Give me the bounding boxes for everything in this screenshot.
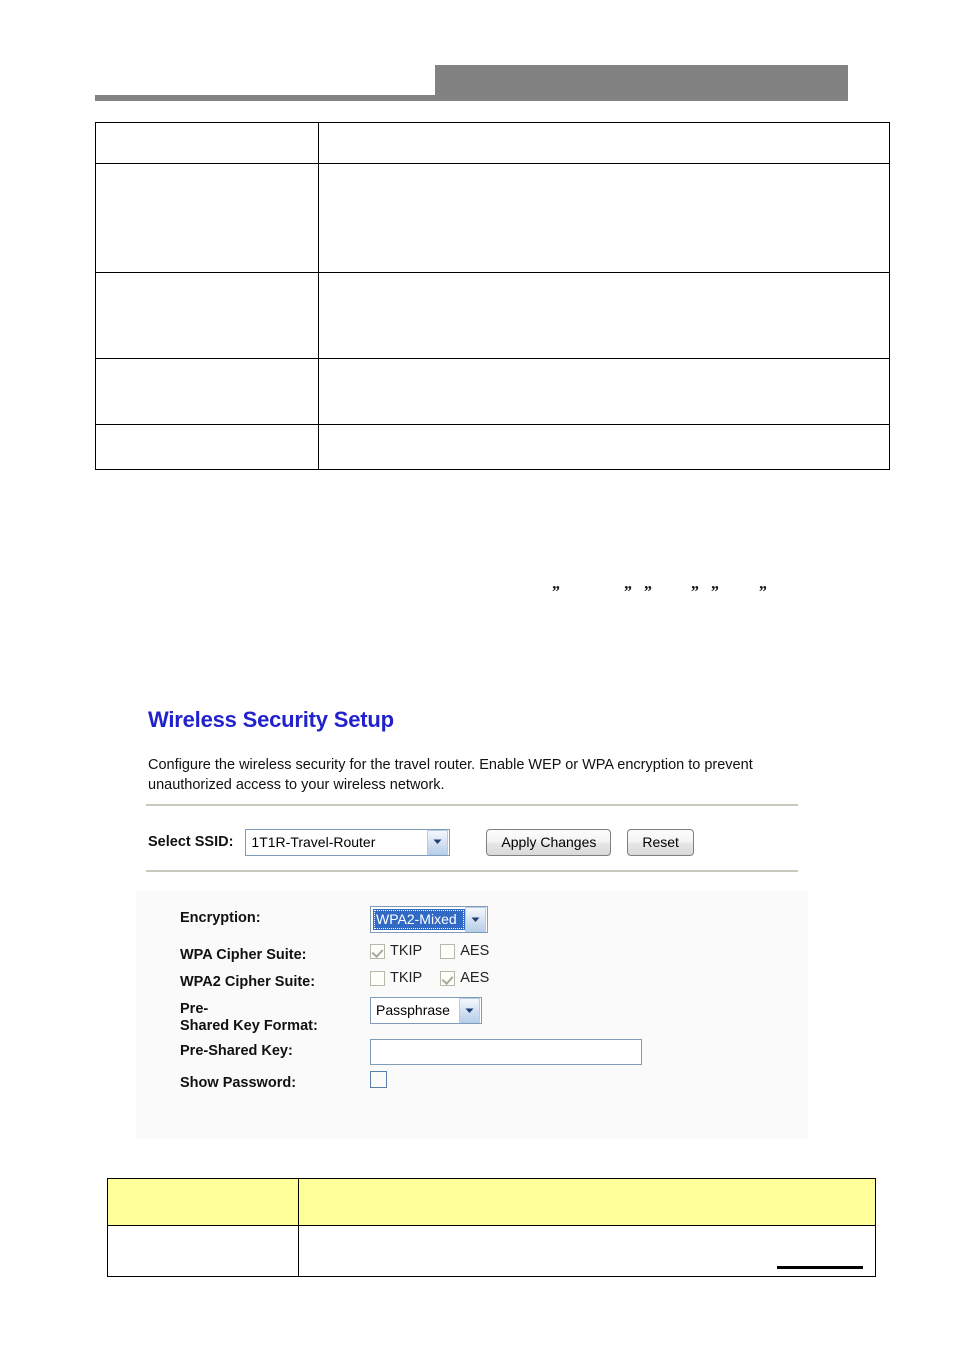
chevron-down-icon bbox=[459, 998, 480, 1024]
wpa-cipher-suite-label: WPA Cipher Suite: bbox=[180, 947, 307, 963]
psk-format-label: Pre- Shared Key Format: bbox=[180, 997, 370, 1035]
table-row bbox=[107, 1225, 876, 1277]
psk-label: Pre-Shared Key: bbox=[180, 1043, 293, 1060]
panel-bottom-section: Encryption: WPA2-Mixed WPA Cipher Suite: bbox=[136, 890, 808, 1138]
quote-mark: ” bbox=[690, 582, 699, 601]
table-cell-description bbox=[318, 424, 890, 470]
select-ssid-label: Select SSID: bbox=[148, 834, 234, 850]
table-row bbox=[95, 424, 890, 470]
wpa-cipher-suite-row: WPA Cipher Suite: TKIP AES bbox=[180, 943, 780, 964]
ssid-select-value: 1T1R-Travel-Router bbox=[251, 833, 376, 850]
psk-format-select-value: Passphrase bbox=[376, 1002, 450, 1019]
quote-mark: ” bbox=[758, 582, 767, 601]
encryption-select-value: WPA2-Mixed bbox=[373, 909, 465, 930]
wpa2-tkip-checkbox[interactable] bbox=[370, 970, 385, 986]
underline-mark bbox=[777, 1266, 863, 1269]
table-cell-label bbox=[95, 163, 319, 273]
encryption-row: Encryption: WPA2-Mixed bbox=[180, 906, 780, 933]
table-cell-label bbox=[95, 122, 319, 164]
wpa2-aes-checkbox-wrap[interactable]: AES bbox=[440, 970, 489, 986]
encryption-select[interactable]: WPA2-Mixed bbox=[370, 906, 488, 933]
quote-mark: ” bbox=[643, 582, 652, 601]
wpa-aes-checkbox[interactable] bbox=[440, 943, 456, 959]
quote-marks-row: ” ” ” ” ” ” bbox=[0, 581, 954, 603]
table-header-cell-2 bbox=[298, 1178, 876, 1226]
security-form: Encryption: WPA2-Mixed WPA Cipher Suite: bbox=[180, 906, 780, 1099]
wpa2-aes-checkbox[interactable] bbox=[440, 970, 456, 986]
panel-top-section: Wireless Security Setup Configure the wi… bbox=[136, 698, 808, 890]
wpa2-tkip-label: TKIP bbox=[390, 970, 423, 987]
table-cell-description bbox=[318, 163, 890, 273]
wpa2-aes-label: AES bbox=[460, 970, 490, 987]
header-banner bbox=[435, 65, 848, 101]
table-cell-description bbox=[318, 272, 890, 359]
top-description-table bbox=[95, 122, 890, 470]
quote-mark: ” bbox=[551, 582, 560, 601]
psk-format-label-line2: Shared Key Format: bbox=[180, 1018, 318, 1035]
psk-format-label-line1: Pre- bbox=[180, 1001, 209, 1018]
table-cell-label bbox=[95, 272, 319, 359]
select-ssid-row: Select SSID: 1T1R-Travel-Router Apply Ch… bbox=[148, 826, 694, 858]
table-cell-label bbox=[95, 424, 319, 470]
table-cell-label bbox=[107, 1225, 299, 1277]
table-cell-label bbox=[95, 358, 319, 425]
panel-description: Configure the wireless security for the … bbox=[148, 757, 753, 793]
psk-format-row: Pre- Shared Key Format: Passphrase bbox=[180, 997, 780, 1035]
reset-button[interactable]: Reset bbox=[627, 828, 694, 856]
quote-mark: ” bbox=[710, 582, 719, 601]
apply-changes-button[interactable]: Apply Changes bbox=[486, 828, 612, 856]
divider-middle bbox=[146, 870, 798, 872]
show-password-checkbox[interactable] bbox=[370, 1071, 387, 1089]
table-cell-description bbox=[298, 1225, 876, 1277]
table-cell-description bbox=[318, 122, 890, 164]
wireless-security-setup-panel: Wireless Security Setup Configure the wi… bbox=[136, 698, 808, 1138]
bottom-description-table bbox=[107, 1178, 876, 1277]
quote-mark: ” bbox=[623, 582, 632, 601]
wpa-aes-checkbox-wrap[interactable]: AES bbox=[440, 943, 489, 959]
encryption-label: Encryption: bbox=[180, 910, 261, 926]
psk-row: Pre-Shared Key: bbox=[180, 1039, 780, 1066]
chevron-down-icon bbox=[465, 907, 486, 932]
page-title: Wireless Security Setup bbox=[148, 707, 394, 732]
table-row bbox=[95, 272, 890, 359]
table-row bbox=[95, 163, 890, 273]
show-password-label: Show Password: bbox=[180, 1075, 297, 1092]
table-cell-description bbox=[318, 358, 890, 425]
wpa2-cipher-suite-label: WPA2 Cipher Suite: bbox=[180, 974, 316, 991]
chevron-down-icon bbox=[427, 829, 449, 855]
table-header-row bbox=[107, 1178, 876, 1226]
wpa2-tkip-checkbox-wrap[interactable]: TKIP bbox=[370, 970, 422, 986]
wpa-aes-label: AES bbox=[460, 943, 490, 959]
wpa-tkip-checkbox[interactable] bbox=[370, 943, 385, 959]
psk-format-select[interactable]: Passphrase bbox=[370, 997, 482, 1025]
wpa-tkip-checkbox-wrap[interactable]: TKIP bbox=[370, 943, 422, 959]
header-banner-title bbox=[435, 65, 848, 101]
psk-input[interactable] bbox=[370, 1039, 642, 1066]
wpa-tkip-label: TKIP bbox=[390, 943, 423, 959]
divider-top bbox=[146, 804, 798, 806]
header-rule-left bbox=[95, 95, 436, 101]
ssid-select[interactable]: 1T1R-Travel-Router bbox=[245, 828, 451, 856]
table-row bbox=[95, 358, 890, 425]
table-header-cell-1 bbox=[107, 1178, 299, 1226]
wpa2-cipher-suite-row: WPA2 Cipher Suite: TKIP AES bbox=[180, 970, 780, 991]
table-row bbox=[95, 122, 890, 164]
show-password-row: Show Password: bbox=[180, 1071, 780, 1092]
